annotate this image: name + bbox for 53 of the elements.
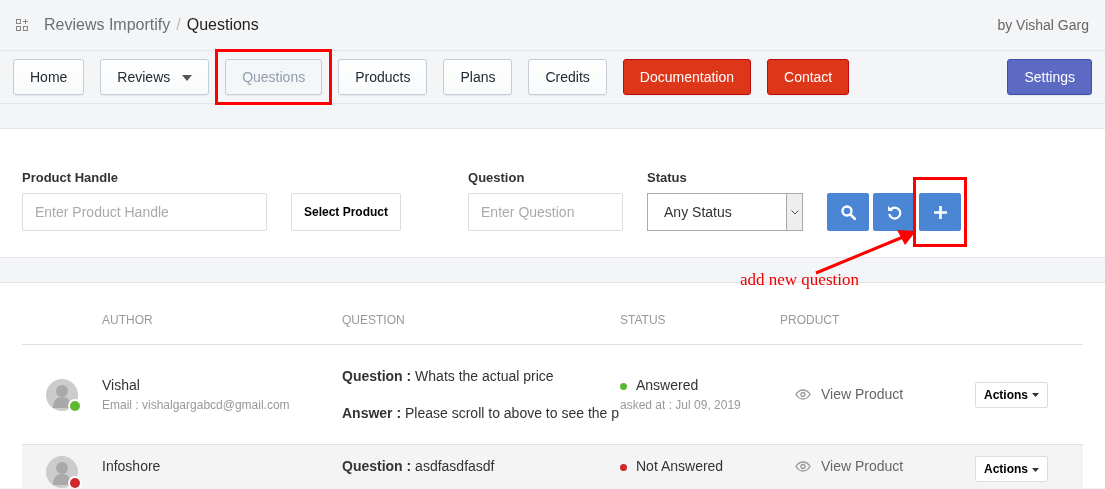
reset-button[interactable] xyxy=(873,193,916,231)
nav-button[interactable]: Products xyxy=(338,59,428,95)
status-dropdown[interactable]: Any Status xyxy=(647,193,804,231)
eye-icon xyxy=(795,461,811,472)
column-header: PRODUCT xyxy=(780,312,841,329)
add-button[interactable] xyxy=(919,193,962,231)
answer-text: Answer : Please scroll to above to see the p xyxy=(342,403,620,423)
apps-icon xyxy=(16,19,28,31)
author-email: Email : vishalgargabcd@gmail.com xyxy=(102,397,291,414)
question-text: Question : asdfasdfasdf xyxy=(342,457,496,476)
eye-icon xyxy=(795,388,811,400)
nav-button[interactable]: Reviews xyxy=(100,59,210,95)
caret-icon xyxy=(182,74,193,81)
text-field[interactable]: Enter Product Handle xyxy=(22,193,267,231)
annotation-text: add new question xyxy=(740,269,859,291)
field-label: Status xyxy=(647,168,688,187)
column-header: STATUS xyxy=(620,312,667,329)
column-header: QUESTION xyxy=(342,312,406,329)
caret-icon xyxy=(1032,393,1039,398)
nav-button[interactable]: Home xyxy=(13,59,85,95)
actions-button[interactable]: Actions xyxy=(975,381,1048,408)
breadcrumb-current: Questions xyxy=(186,15,259,35)
breadcrumb-link[interactable]: Reviews Importify xyxy=(44,13,171,37)
search-button[interactable] xyxy=(827,193,870,231)
nav-button[interactable]: Plans xyxy=(443,59,513,95)
asked-date: asked at : Jul 09, 2019 xyxy=(620,397,742,414)
nav-button[interactable]: Documentation xyxy=(622,59,751,95)
status-text: Answered xyxy=(636,377,699,393)
view-product-link[interactable]: View Product xyxy=(795,456,904,477)
text-field[interactable]: Enter Question xyxy=(468,193,624,231)
field-label: Question xyxy=(468,168,526,187)
select-product-button[interactable]: Select Product xyxy=(291,193,402,231)
nav-button[interactable]: Settings xyxy=(1007,59,1092,95)
chevron-down-icon xyxy=(790,209,799,215)
author-name: Infoshore xyxy=(102,457,162,476)
nav-button[interactable]: Credits xyxy=(528,59,607,95)
table-row[interactable]: Infoshore Question : asdfasdfasdf Not Answered View Product Actions xyxy=(22,445,1083,488)
search-icon xyxy=(840,204,856,220)
actions-button[interactable]: Actions xyxy=(975,456,1048,482)
breadcrumb-separator: / xyxy=(176,15,181,35)
status-text: Not Answered xyxy=(636,458,724,474)
author-name: Vishal xyxy=(102,376,141,395)
view-product-link[interactable]: View Product xyxy=(795,383,904,405)
nav-button[interactable]: Contact xyxy=(767,59,850,95)
column-header: AUTHOR xyxy=(102,312,154,329)
question-text: Question : Whats the actual price xyxy=(342,366,555,386)
avatar-icon xyxy=(46,456,78,488)
field-label: Product Handle xyxy=(22,168,120,187)
caret-icon xyxy=(1032,467,1039,472)
undo-icon xyxy=(886,204,902,220)
avatar-icon xyxy=(46,378,78,411)
author-credit: by Vishal Garg xyxy=(997,15,1089,35)
plus-icon xyxy=(933,205,947,219)
